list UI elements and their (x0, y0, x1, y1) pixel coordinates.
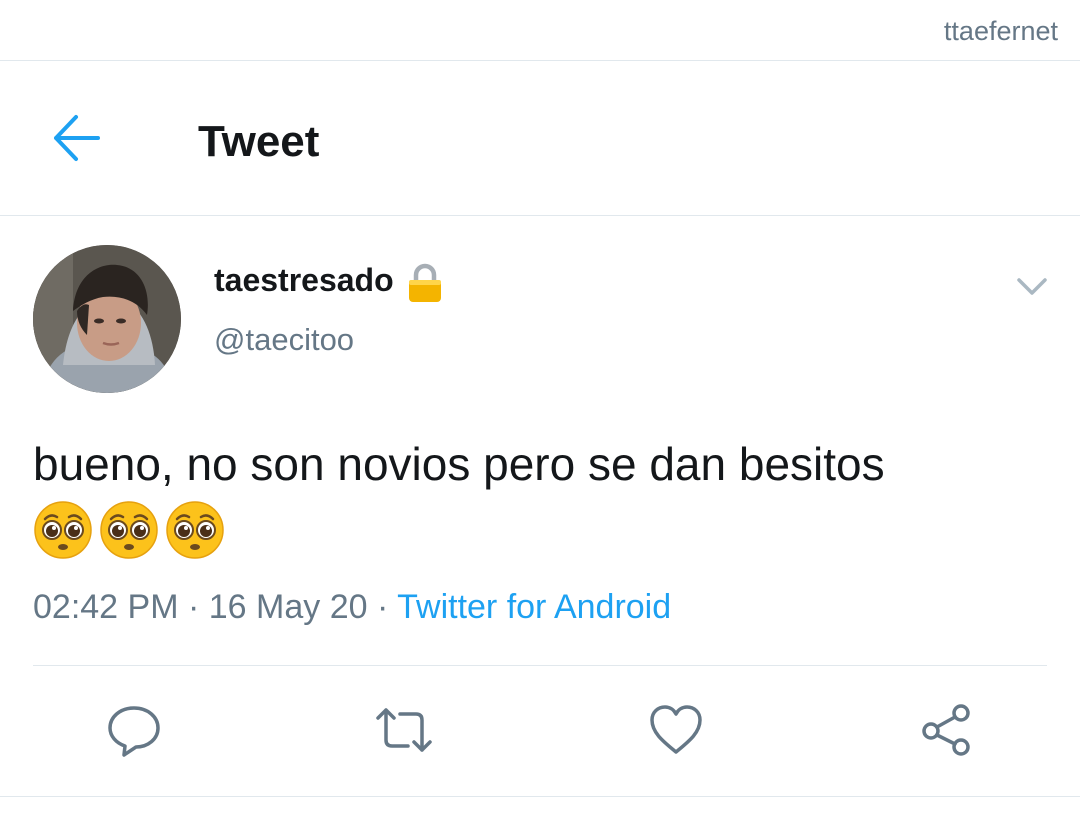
avatar-image (33, 245, 181, 393)
share-button[interactable] (916, 700, 976, 760)
like-button[interactable] (646, 700, 706, 760)
pleading-face-icon (34, 501, 92, 559)
reply-button[interactable] (104, 700, 164, 760)
emoji-row (33, 500, 225, 560)
divider (33, 665, 1047, 666)
action-bar (0, 700, 1080, 760)
page-title: Tweet (198, 117, 320, 166)
meta-separator: · (178, 588, 209, 626)
tweet-date: 16 May 20 (208, 588, 368, 626)
reply-icon (108, 706, 160, 757)
chevron-down-icon[interactable] (1015, 272, 1049, 300)
avatar[interactable] (33, 245, 181, 393)
tweet-meta: 02:42 PM · 16 May 20 · Twitter for Andro… (33, 588, 671, 627)
watermark: ttaefernet (943, 16, 1058, 46)
lock-icon (409, 263, 441, 302)
share-icon (922, 704, 970, 756)
arrow-left-icon (54, 115, 100, 161)
retweet-button[interactable] (374, 700, 434, 760)
divider (0, 796, 1080, 797)
tweet-time: 02:42 PM (33, 588, 179, 626)
status-bar: ttaefernet (0, 0, 1080, 61)
display-name[interactable]: taestresado (214, 262, 394, 299)
tweet-header: Tweet (0, 61, 1080, 216)
pleading-face-icon (166, 501, 224, 559)
pleading-face-icon (100, 501, 158, 559)
meta-separator: · (367, 588, 398, 626)
retweet-icon (376, 708, 432, 752)
tweet-text: bueno, no son novios pero se dan besitos (33, 438, 885, 490)
tweet-source-link[interactable]: Twitter for Android (397, 588, 671, 626)
user-handle[interactable]: @taecitoo (214, 322, 354, 358)
like-icon (650, 705, 702, 754)
back-button[interactable] (40, 103, 114, 173)
